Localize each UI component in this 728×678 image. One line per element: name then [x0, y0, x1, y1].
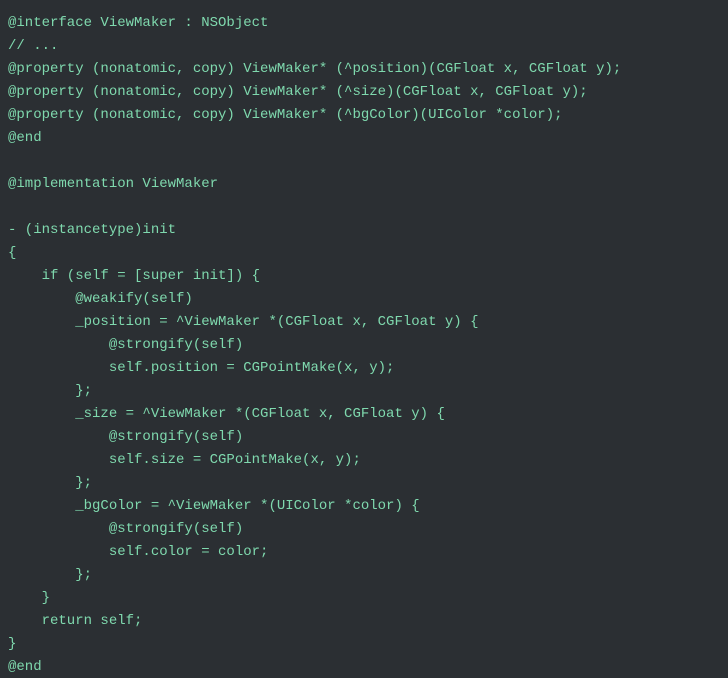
code-line: _bgColor = ^ViewMaker *(UIColor *color) … — [8, 498, 420, 514]
code-line: @end — [8, 659, 42, 675]
code-line: @strongify(self) — [8, 429, 243, 445]
code-block: @interface ViewMaker : NSObject // ... @… — [0, 0, 728, 678]
code-line: @strongify(self) — [8, 521, 243, 537]
code-line: } — [8, 636, 16, 652]
code-line: @property (nonatomic, copy) ViewMaker* (… — [8, 107, 563, 123]
code-line: _position = ^ViewMaker *(CGFloat x, CGFl… — [8, 314, 478, 330]
code-line: return self; — [8, 613, 142, 629]
code-line: { — [8, 245, 16, 261]
code-line: _size = ^ViewMaker *(CGFloat x, CGFloat … — [8, 406, 445, 422]
code-line: }; — [8, 475, 92, 491]
code-line: self.size = CGPointMake(x, y); — [8, 452, 361, 468]
code-line: @implementation ViewMaker — [8, 176, 218, 192]
code-line: } — [8, 590, 50, 606]
code-line: @interface ViewMaker : NSObject — [8, 15, 268, 31]
code-line: if (self = [super init]) { — [8, 268, 260, 284]
code-line: }; — [8, 383, 92, 399]
code-line: // ... — [8, 38, 58, 54]
code-line: @property (nonatomic, copy) ViewMaker* (… — [8, 84, 588, 100]
code-line: @property (nonatomic, copy) ViewMaker* (… — [8, 61, 621, 77]
code-line: self.position = CGPointMake(x, y); — [8, 360, 394, 376]
code-line: }; — [8, 567, 92, 583]
code-line: @strongify(self) — [8, 337, 243, 353]
code-line: @weakify(self) — [8, 291, 193, 307]
code-line: - (instancetype)init — [8, 222, 176, 238]
code-line: @end — [8, 130, 42, 146]
code-line: self.color = color; — [8, 544, 268, 560]
